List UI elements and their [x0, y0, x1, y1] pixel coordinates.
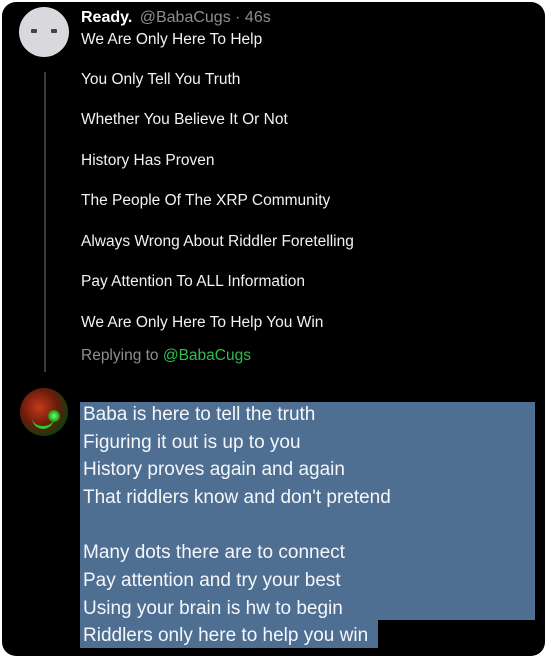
tweet-line: Whether You Believe It Or Not: [81, 111, 288, 128]
avatar-eye-icon: [51, 29, 57, 33]
reply-text-line[interactable]: Baba is here to tell the truth: [83, 404, 315, 426]
reply-avatar[interactable]: [20, 388, 68, 436]
tweet-header: Ready. @BabaCugs · 46s: [81, 9, 271, 26]
tweet-age[interactable]: 46s: [245, 9, 271, 26]
replying-prefix: Replying to: [81, 347, 159, 364]
thread-connector-line: [44, 72, 46, 372]
reply-text-line[interactable]: Figuring it out is up to you: [83, 432, 301, 454]
reply-text-line[interactable]: That riddlers know and don't pretend: [83, 487, 391, 509]
tweet-line: The People Of The XRP Community: [81, 192, 331, 209]
reply-text-line[interactable]: Riddlers only here to help you win: [83, 625, 368, 647]
tweet-thread-panel: Ready. @BabaCugs · 46s We Are Only Here …: [2, 2, 545, 656]
replying-to-label: Replying to @BabaCugs: [81, 347, 251, 365]
avatar-smile-icon: [32, 418, 54, 429]
tweet-line: Always Wrong About Riddler Foretelling: [81, 233, 354, 250]
display-name[interactable]: Ready.: [81, 9, 132, 26]
replying-handle-link[interactable]: @BabaCugs: [163, 347, 251, 364]
tweet-line: We Are Only Here To Help You Win: [81, 314, 324, 331]
reply-text-line[interactable]: Using your brain is hw to begin: [83, 598, 343, 620]
reply-text-line[interactable]: Pay attention and try your best: [83, 570, 341, 592]
avatar[interactable]: [19, 7, 69, 57]
reply-text-line[interactable]: Many dots there are to connect: [83, 542, 345, 564]
avatar-eye-icon: [31, 29, 37, 33]
tweet-line: We Are Only Here To Help: [81, 31, 263, 48]
user-handle[interactable]: @BabaCugs: [140, 9, 231, 26]
tweet-line: History Has Proven: [81, 152, 215, 169]
reply-text-line[interactable]: History proves again and again: [83, 459, 345, 481]
tweet-line: You Only Tell You Truth: [81, 71, 241, 88]
tweet-line: Pay Attention To ALL Information: [81, 273, 306, 290]
